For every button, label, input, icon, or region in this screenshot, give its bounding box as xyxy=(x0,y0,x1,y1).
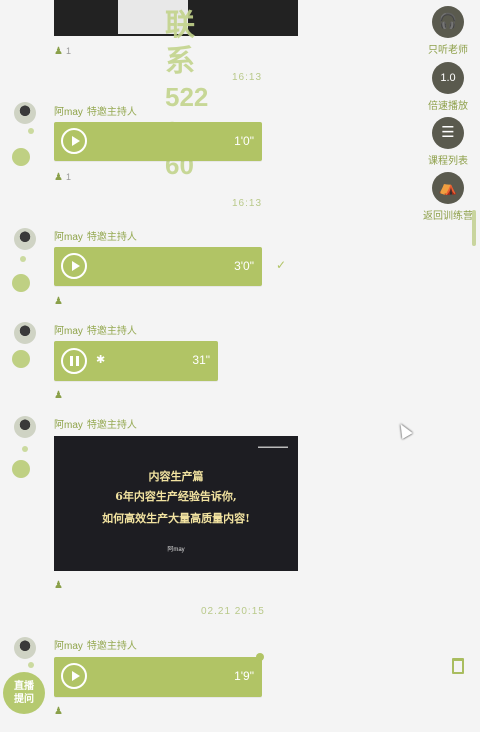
sender-name: 阿may 特邀主持人 xyxy=(54,641,137,652)
avatar[interactable] xyxy=(14,102,36,124)
loading-icon: ✱ xyxy=(96,354,106,366)
voice-duration: 31" xyxy=(192,353,210,367)
voice-duration: 1'0" xyxy=(234,134,254,148)
unread-dot xyxy=(256,653,264,661)
slide-image[interactable]: ▬▬▬▬▬▬ 内容生产篇 6年内容生产经验告诉你, 如何高效生产大量高质量内容!… xyxy=(54,436,298,571)
sender-role: 特邀主持人 xyxy=(86,232,137,243)
slide-title: 内容生产篇 xyxy=(148,470,204,483)
slide-logo: ▬▬▬▬▬▬ xyxy=(258,444,288,450)
sender-name: 阿may 特邀主持人 xyxy=(54,107,137,118)
sender-name: 阿may 特邀主持人 xyxy=(54,326,137,337)
decoration xyxy=(20,256,26,262)
play-icon[interactable] xyxy=(61,128,87,154)
headphones-icon: 🎧 xyxy=(432,6,464,38)
like-button[interactable]: ♟ 1 xyxy=(54,172,71,183)
like-icon: ♟ xyxy=(54,706,63,717)
scrollbar[interactable] xyxy=(472,210,476,246)
pause-icon[interactable] xyxy=(61,348,87,374)
live-question-label: 直播 提问 xyxy=(14,681,34,705)
timestamp: 02.21 20:15 xyxy=(201,606,265,617)
like-icon: ♟ xyxy=(54,172,63,183)
sidebar-item-back-to-camp[interactable]: ⛺ 返回训练营 xyxy=(423,172,473,222)
slide-line: 6年内容生产经验告诉你, xyxy=(115,490,237,503)
watermark-line: 522 xyxy=(165,82,209,112)
watermark-line: 联系 xyxy=(165,9,195,78)
decoration xyxy=(12,460,30,478)
sender-role: 特邀主持人 xyxy=(86,641,137,652)
sidebar-item-teacher-only[interactable]: 🎧 只听老师 xyxy=(428,6,468,56)
decoration xyxy=(28,662,34,668)
voice-message[interactable]: ✱ 31" xyxy=(54,341,218,381)
sender-name: 阿may 特邀主持人 xyxy=(54,232,137,243)
decoration xyxy=(12,350,30,368)
like-icon: ♟ xyxy=(54,46,63,57)
sidebar-item-course-list[interactable]: ☰ 课程列表 xyxy=(428,117,468,167)
avatar[interactable] xyxy=(14,637,36,659)
slide-author: 阿may xyxy=(167,547,185,553)
decoration xyxy=(28,128,34,134)
sidebar-item-speed[interactable]: 1.0 倍速播放 xyxy=(428,62,468,112)
sidebar-item-label: 倍速播放 xyxy=(428,101,468,112)
voice-duration: 3'0" xyxy=(234,259,254,273)
like-button[interactable]: ♟ xyxy=(54,580,63,591)
sender-role: 特邀主持人 xyxy=(86,326,137,337)
like-button[interactable]: ♟ 1 xyxy=(54,46,71,57)
like-button[interactable]: ♟ xyxy=(54,706,63,717)
timestamp: 16:13 xyxy=(232,72,263,83)
timestamp: 16:13 xyxy=(232,198,263,209)
slide-line: 如何高效生产大量高质量内容! xyxy=(102,512,250,525)
sender-role: 特邀主持人 xyxy=(86,107,137,118)
play-icon[interactable] xyxy=(61,253,87,279)
live-question-button[interactable]: 直播 提问 xyxy=(3,672,45,714)
avatar[interactable] xyxy=(14,416,36,438)
like-button[interactable]: ♟ xyxy=(54,390,63,401)
camp-icon: ⛺ xyxy=(432,172,464,204)
mouse-cursor-icon xyxy=(395,420,413,440)
sidebar-item-label: 返回训练营 xyxy=(423,211,473,222)
voice-message[interactable]: 1'0" xyxy=(54,122,262,161)
sidebar-item-label: 课程列表 xyxy=(428,156,468,167)
list-icon: ☰ xyxy=(432,117,464,149)
play-icon[interactable] xyxy=(61,663,87,689)
voice-message[interactable]: 3'0" xyxy=(54,247,262,286)
sidebar-item-label: 只听老师 xyxy=(428,45,468,56)
avatar[interactable] xyxy=(14,228,36,250)
speed-icon: 1.0 xyxy=(432,62,464,94)
trash-icon[interactable] xyxy=(452,658,464,674)
sender-role: 特邀主持人 xyxy=(86,420,137,431)
voice-duration: 1'9" xyxy=(234,669,254,683)
decoration xyxy=(22,446,28,452)
like-button[interactable]: ♟ xyxy=(54,296,63,307)
decoration xyxy=(12,274,30,292)
like-icon: ♟ xyxy=(54,580,63,591)
voice-message[interactable]: 1'9" xyxy=(54,657,262,697)
avatar[interactable] xyxy=(14,322,36,344)
check-icon: ✓ xyxy=(276,258,287,272)
sender-name: 阿may 特邀主持人 xyxy=(54,420,137,431)
decoration xyxy=(12,148,30,166)
like-icon: ♟ xyxy=(54,390,63,401)
like-icon: ♟ xyxy=(54,296,63,307)
